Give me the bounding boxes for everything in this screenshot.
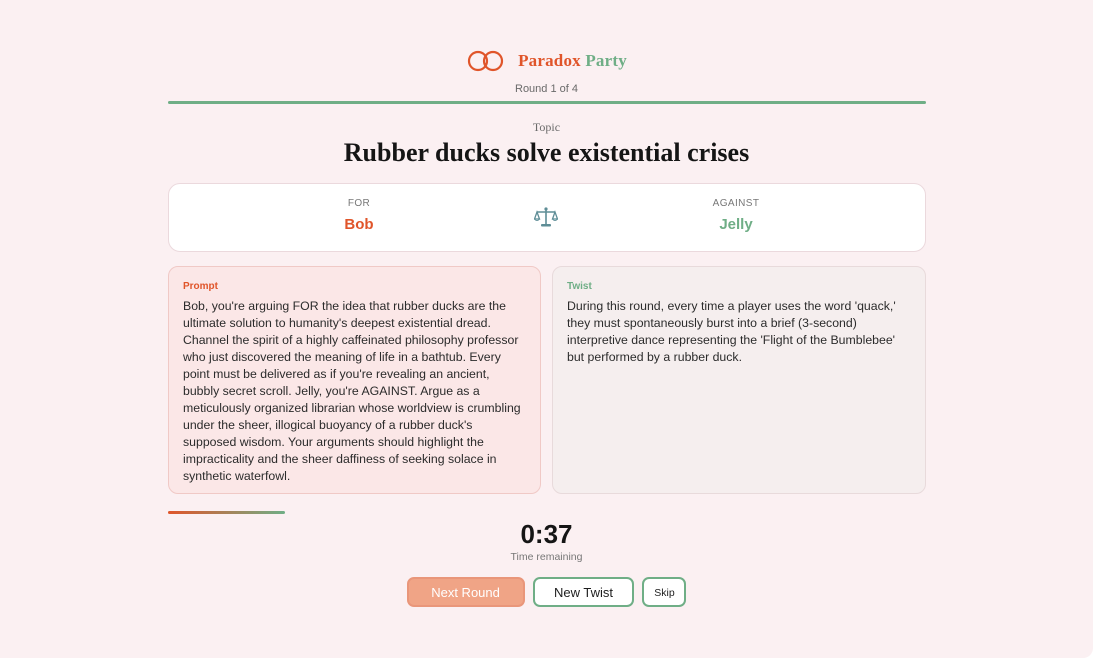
for-player-name: Bob bbox=[344, 216, 374, 233]
action-buttons: Next Round New Twist Skip bbox=[0, 577, 1093, 607]
header: Paradox Party Round 1 of 4 bbox=[0, 50, 1093, 95]
prompt-text: Bob, you're arguing FOR the idea that ru… bbox=[183, 299, 521, 483]
prompt-card: Prompt Bob, you're arguing FOR the idea … bbox=[168, 266, 541, 494]
brand: Paradox Party bbox=[466, 50, 627, 72]
timer-progress-bar bbox=[168, 511, 285, 514]
timer-value: 0:37 bbox=[520, 519, 573, 549]
for-side: FOR Bob bbox=[259, 198, 459, 233]
brand-name: Paradox Party bbox=[518, 51, 627, 71]
prompt-label: Prompt bbox=[183, 281, 218, 292]
brand-second-word: Party bbox=[585, 51, 627, 70]
for-label: FOR bbox=[347, 198, 371, 209]
twist-text: During this round, every time a player u… bbox=[567, 299, 896, 364]
topic-label: Topic bbox=[532, 120, 561, 134]
skip-button[interactable]: Skip bbox=[642, 577, 687, 607]
window-edge bbox=[1093, 0, 1100, 658]
linked-rings-icon bbox=[466, 50, 506, 72]
next-round-button[interactable]: Next Round bbox=[406, 577, 525, 607]
twist-card: Twist During this round, every time a pl… bbox=[552, 266, 926, 494]
round-indicator: Round 1 of 4 bbox=[515, 83, 578, 95]
round-progress-line bbox=[168, 101, 926, 104]
new-twist-button[interactable]: New Twist bbox=[533, 577, 634, 607]
twist-label: Twist bbox=[567, 281, 592, 292]
topic-title: Rubber ducks solve existential crises bbox=[343, 138, 750, 167]
scales-icon bbox=[533, 206, 559, 233]
against-label: AGAINST bbox=[712, 198, 760, 209]
against-side: AGAINST Jelly bbox=[636, 198, 836, 233]
versus-card: FOR Bob AGAINST Jelly bbox=[168, 183, 926, 252]
brand-first-word: Paradox bbox=[518, 51, 581, 70]
app-window: Paradox Party Round 1 of 4 Topic Rubber … bbox=[0, 0, 1093, 658]
timer-label: Time remaining bbox=[510, 551, 583, 563]
against-player-name: Jelly bbox=[719, 216, 753, 233]
